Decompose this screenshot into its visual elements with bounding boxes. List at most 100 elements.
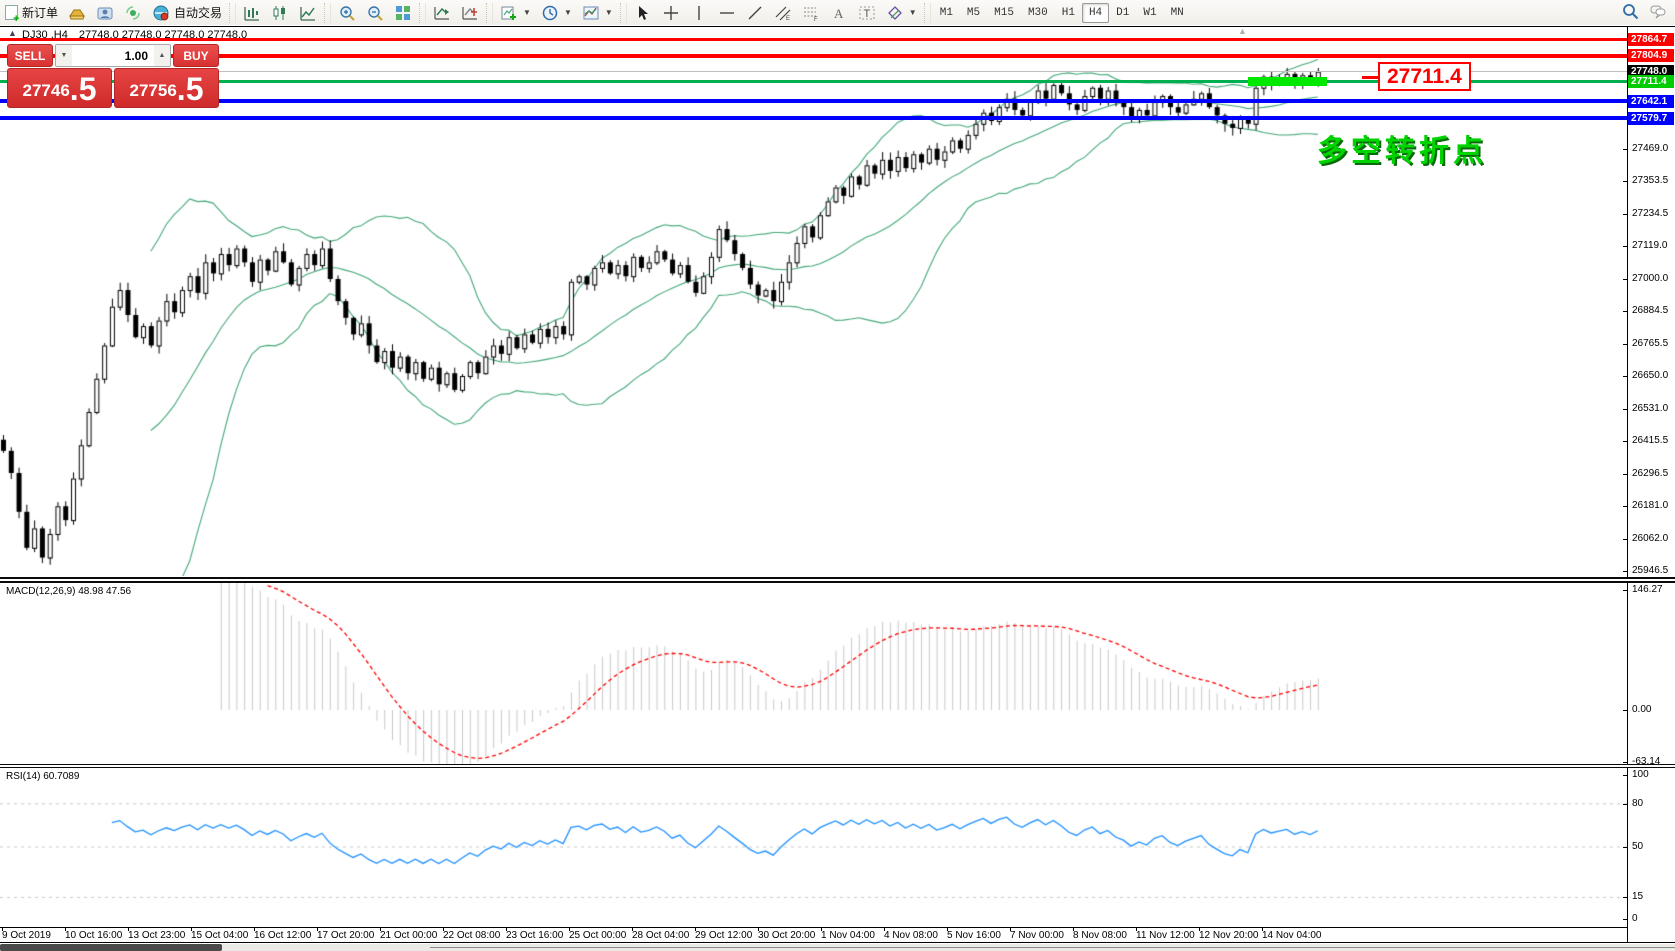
tile-windows-button[interactable] <box>389 2 417 24</box>
auto-scroll-icon <box>434 6 450 20</box>
equidistant-channel-button[interactable]: E <box>769 2 797 24</box>
timeframe-h4[interactable]: H4 <box>1081 2 1110 23</box>
bar-chart-button[interactable] <box>238 2 266 24</box>
timeframe-d1[interactable]: D1 <box>1109 3 1136 23</box>
auto-scroll-button[interactable] <box>428 2 456 24</box>
price-tick-tickmark <box>1623 279 1628 280</box>
period-button[interactable]: ▼ <box>536 2 577 24</box>
toolbar-separator <box>923 2 931 23</box>
price-tick: 27234.5 <box>1632 208 1669 219</box>
time-tick-label: 29 Oct 12:00 <box>695 930 753 941</box>
time-tick-label: 9 Oct 2019 <box>2 930 51 941</box>
cursor-button[interactable] <box>629 2 657 24</box>
vertical-line-button[interactable] <box>685 2 713 24</box>
time-tick-label: 13 Oct 23:00 <box>128 930 186 941</box>
new-order-button[interactable]: + 新订单 <box>0 2 63 25</box>
data-window-button[interactable] <box>91 2 119 24</box>
autotrade-icon <box>153 5 169 20</box>
line-chart-button[interactable] <box>294 2 322 24</box>
profile-icon <box>97 7 113 19</box>
horizontal-scrollbar[interactable] <box>0 944 1675 951</box>
timeframe-mn[interactable]: MN <box>1164 3 1191 23</box>
crosshair-button[interactable] <box>657 2 685 24</box>
new-chart-button[interactable]: ▼ <box>495 2 536 24</box>
time-tick-label: 21 Oct 00:00 <box>380 930 438 941</box>
timeframe-m5[interactable]: M5 <box>960 3 987 23</box>
price-tick-tickmark <box>1623 571 1628 572</box>
support-lower-price-tag: 27579.7 <box>1628 112 1674 125</box>
time-tick-label: 17 Oct 20:00 <box>317 930 375 941</box>
buy-price-frac: .5 <box>176 71 204 107</box>
candlestick-chart-button[interactable] <box>266 2 294 24</box>
buy-price-display[interactable]: 27756.5 <box>114 68 219 108</box>
toolbar-separator <box>419 2 427 23</box>
templates-button[interactable]: ▼ <box>577 2 618 24</box>
fibonacci-button[interactable]: F <box>797 2 825 24</box>
support-line[interactable] <box>0 99 1627 103</box>
zoom-out-icon <box>368 5 383 21</box>
macd-tick-tickmark <box>1623 762 1628 763</box>
time-tick-label: 11 Nov 12:00 <box>1136 930 1195 941</box>
scrollbar-thumb[interactable] <box>0 944 222 951</box>
chevron-down-icon: ▼ <box>523 8 531 17</box>
support-price-tag: 27642.1 <box>1628 95 1674 108</box>
pivot-highlight-segment[interactable] <box>1248 77 1327 86</box>
macd-tick: 0.00 <box>1632 704 1652 715</box>
resistance-line[interactable] <box>0 54 1627 58</box>
price-flag-dash <box>1362 76 1378 79</box>
timeframe-h1[interactable]: H1 <box>1055 3 1082 23</box>
volume-down-button[interactable]: ▼ <box>56 45 72 66</box>
price-tick: 26296.5 <box>1632 468 1669 479</box>
chart-shift-icon <box>462 6 478 20</box>
gold-icon <box>69 9 85 19</box>
price-tick: 26531.0 <box>1632 403 1669 414</box>
chart-shift-button[interactable] <box>456 2 484 24</box>
chat-icon[interactable] <box>1649 2 1667 20</box>
volume-up-button[interactable]: ▲ <box>154 45 170 66</box>
timeframe-m1[interactable]: M1 <box>933 3 960 23</box>
equidistant-channel-icon: E <box>775 6 791 22</box>
search-icon[interactable] <box>1621 2 1639 20</box>
volume-value[interactable]: 1.00 <box>72 45 154 66</box>
time-tick-label: 4 Nov 08:00 <box>884 930 938 941</box>
sell-button[interactable]: SELL <box>7 44 53 67</box>
shapes-icon <box>887 5 902 20</box>
pivot-price-label[interactable]: 27711.4 <box>1378 62 1471 91</box>
market-watch-button[interactable] <box>63 2 91 24</box>
strategy-tester-button[interactable] <box>119 2 147 24</box>
timeframe-m30[interactable]: M30 <box>1021 3 1055 23</box>
timeframe-m15[interactable]: M15 <box>987 3 1021 23</box>
shapes-button[interactable]: ▼ <box>881 2 922 24</box>
text-button[interactable]: A <box>825 2 853 24</box>
zoom-in-button[interactable] <box>333 2 361 24</box>
main-chart-canvas[interactable] <box>0 27 1627 576</box>
chart-shift-marker[interactable]: ▲ <box>1238 26 1247 36</box>
horizontal-line-button[interactable] <box>713 2 741 24</box>
fibonacci-icon: F <box>803 7 818 22</box>
sell-price-display[interactable]: 27746.5 <box>7 68 112 108</box>
rsi-tick: 100 <box>1632 769 1649 780</box>
trade-panel-collapse-arrow[interactable]: ▲ <box>8 28 17 38</box>
macd-indicator-label: MACD(12,26,9) 48.98 47.56 <box>6 586 132 597</box>
text-label-button[interactable]: T <box>853 2 881 24</box>
tile-windows-icon <box>396 5 411 20</box>
time-tick-label: 14 Nov 04:00 <box>1262 930 1322 941</box>
support-lower-line[interactable] <box>0 116 1627 120</box>
zoom-out-button[interactable] <box>361 2 389 24</box>
rsi-panel-canvas[interactable] <box>0 768 1627 927</box>
price-tick: 27469.0 <box>1632 143 1669 154</box>
price-tick-tickmark <box>1623 181 1628 182</box>
autotrade-button[interactable]: 自动交易 <box>147 2 227 24</box>
price-tick-tickmark <box>1623 246 1628 247</box>
rsi-tick-tickmark <box>1623 919 1628 920</box>
chart-ohlc-header: DJ30 ,H4 27748.0 27748.0 27748.0 27748.0 <box>22 29 247 41</box>
svg-text:F: F <box>814 17 818 22</box>
trendline-button[interactable] <box>741 2 769 24</box>
panel-separator[interactable] <box>0 577 1675 583</box>
one-click-trade-panel: SELL ▼ 1.00 ▲ BUY 27746.5 27756.5 <box>7 44 219 108</box>
price-tick: 25946.5 <box>1632 565 1669 576</box>
macd-panel-canvas[interactable] <box>0 582 1627 764</box>
panel-separator[interactable] <box>0 764 1675 768</box>
timeframe-w1[interactable]: W1 <box>1136 3 1163 23</box>
buy-button[interactable]: BUY <box>173 44 219 67</box>
